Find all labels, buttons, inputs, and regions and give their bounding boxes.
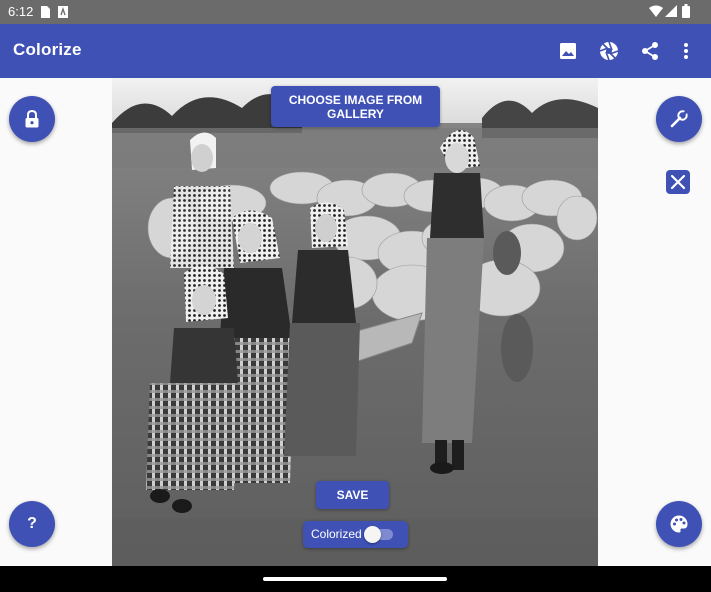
close-button[interactable]	[666, 170, 690, 194]
wifi-icon	[649, 5, 663, 17]
status-time: 6:12	[8, 4, 34, 19]
image-button[interactable]	[556, 39, 580, 63]
help-icon: ?	[27, 515, 37, 532]
app-bar: Colorize	[0, 24, 711, 78]
image-icon	[560, 43, 576, 59]
colorized-switch[interactable]	[364, 526, 393, 543]
save-button[interactable]: SAVE	[316, 481, 389, 509]
choose-image-label: CHOOSE IMAGE FROM GALLERY	[288, 92, 423, 121]
signal-icon	[665, 5, 677, 17]
palette-button[interactable]	[656, 501, 702, 547]
wrench-icon	[670, 109, 689, 128]
switch-thumb	[364, 526, 381, 543]
save-label: SAVE	[336, 488, 369, 502]
more-options-button[interactable]	[674, 39, 698, 63]
palette-icon	[670, 515, 688, 533]
colorized-label: Colorized	[311, 527, 362, 541]
share-button[interactable]	[638, 39, 662, 63]
app-title: Colorize	[13, 40, 82, 59]
notification-icon	[58, 6, 68, 18]
close-icon	[670, 174, 686, 190]
lock-button[interactable]	[9, 96, 55, 142]
home-gesture-handle[interactable]	[263, 577, 447, 581]
more-vert-icon	[684, 43, 688, 59]
sim-card-icon	[41, 6, 50, 18]
aperture-icon	[599, 41, 619, 61]
help-button[interactable]: ?	[9, 501, 55, 547]
colorized-toggle-container: Colorized	[303, 521, 408, 548]
wrench-button[interactable]	[656, 96, 702, 142]
aperture-button[interactable]	[597, 39, 621, 63]
share-icon	[642, 42, 658, 60]
navigation-bar	[0, 566, 711, 592]
battery-icon	[682, 4, 690, 18]
status-bar: 6:12	[0, 0, 711, 24]
choose-image-button[interactable]: CHOOSE IMAGE FROM GALLERY	[271, 86, 440, 127]
lock-icon	[25, 110, 39, 128]
